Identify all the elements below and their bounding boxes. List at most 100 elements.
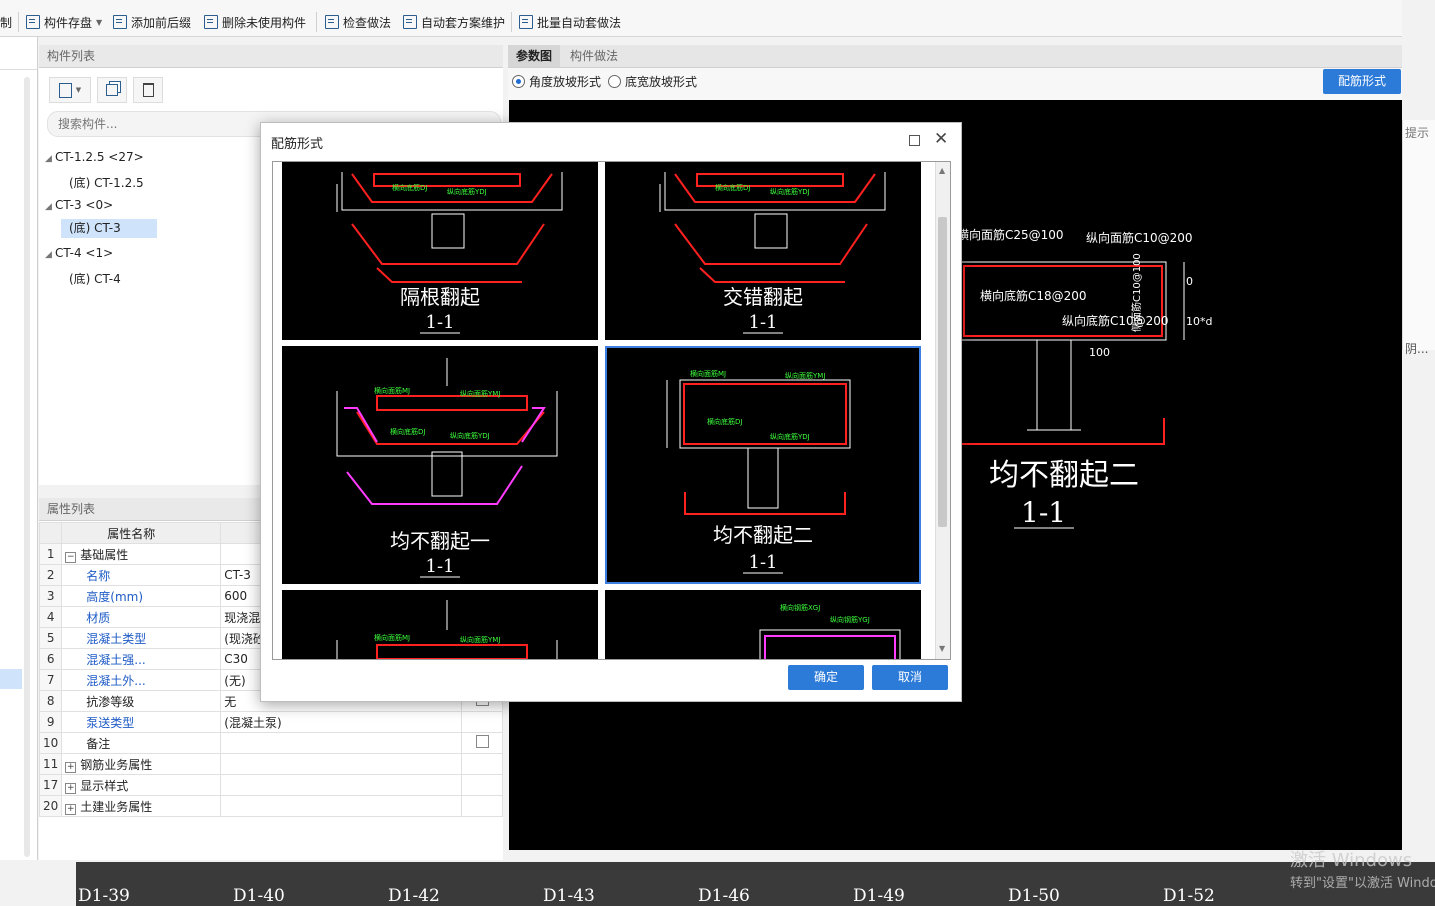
rebar-option-drawing: 横向钢筋XGJ 纵向钢筋YGJ <box>759 603 901 659</box>
toolbar-batch-auto[interactable]: 批量自动套做法 <box>519 13 621 31</box>
row-number: 9 <box>38 711 63 733</box>
section-outline <box>960 261 1185 431</box>
row-number: 4 <box>38 606 63 628</box>
rebar-option-drawing: 横向面筋MJ 纵向面筋YMJ 横向底筋DJ 纵向底筋YDJ 均不翻起二 1-1 <box>666 369 851 574</box>
rebar-option[interactable]: 横向底筋DJ 纵向底筋YDJ 隔根翻起 1-1 <box>282 162 598 340</box>
tree-leaf-ct-4[interactable]: (底) CT-4 <box>69 270 121 287</box>
delete-component-button[interactable] <box>133 77 163 103</box>
axis-label: D1-40 <box>233 886 285 906</box>
maximize-icon[interactable] <box>909 135 920 146</box>
property-row[interactable]: 9 泵送类型 (混凝土泵) <box>38 711 503 733</box>
batch-icon <box>519 15 533 29</box>
delete-unused-icon <box>204 15 218 29</box>
rebar-option-selected[interactable]: 横向面筋MJ 纵向面筋YMJ 横向底筋DJ 纵向底筋YDJ 均不翻起二 1-1 <box>605 346 921 584</box>
rebar-option-drawing: 横向底筋DJ 纵向底筋YDJ 交错翻起 1-1 <box>659 172 886 334</box>
tree-leaf-ct-1-2-5[interactable]: (底) CT-1.2.5 <box>69 174 144 191</box>
property-row[interactable]: 17 + 显示样式 <box>38 774 503 796</box>
property-value-cell[interactable]: (混凝土泵) <box>220 711 462 733</box>
svg-text:纵向底筋YDJ: 纵向底筋YDJ <box>770 432 810 441</box>
property-name-cell: 材质 <box>61 606 222 628</box>
property-extra-cell <box>461 795 503 817</box>
svg-text:纵向底筋YDJ: 纵向底筋YDJ <box>450 431 490 440</box>
option-name: 均不翻起一 <box>390 529 490 553</box>
expand-icon[interactable]: + <box>65 782 77 794</box>
rebar-option[interactable]: 横向底筋DJ 纵向底筋YDJ 交错翻起 1-1 <box>605 162 921 340</box>
main-toolbar: 复制 构件存盘 ▼ 添加前后缀 删除未使用构件 检查做法 自动套方案维护 批量自… <box>0 0 1402 37</box>
option-name: 交错翻起 <box>723 285 803 309</box>
property-value-cell[interactable] <box>220 753 462 775</box>
attribute-checkbox[interactable] <box>475 735 489 748</box>
property-row[interactable]: 10 备注 <box>38 732 503 754</box>
tree-node-ct-3[interactable]: ◢ CT-3 <0> <box>45 198 113 212</box>
label-side: 侧面筋C10@100 <box>1130 253 1143 332</box>
property-value-cell[interactable] <box>220 795 462 817</box>
rebar-option[interactable]: 横向钢筋XGJ 纵向钢筋YGJ <box>605 590 921 659</box>
tree-node-ct-4[interactable]: ◢ CT-4 <1> <box>45 246 113 260</box>
dim-0: 0 <box>1186 275 1193 288</box>
radio-width-slope[interactable]: 底宽放坡形式 <box>608 73 697 90</box>
prefix-icon <box>113 15 127 29</box>
property-name: 高度(mm) <box>86 589 144 604</box>
left-strip-scrollbar[interactable] <box>24 77 30 857</box>
option-list-scrollbar[interactable]: ▲ ▼ <box>935 162 950 659</box>
property-group-label: 土建业务属性 <box>80 799 153 814</box>
left-nav-strip <box>0 37 38 860</box>
scroll-down-icon[interactable]: ▼ <box>939 644 945 653</box>
toolbar-separator <box>316 12 317 32</box>
property-group-cell[interactable]: − 基础属性 <box>61 543 222 565</box>
toolbar-copy[interactable]: 复制 <box>0 13 12 31</box>
svg-text:横向底筋DJ: 横向底筋DJ <box>715 183 750 192</box>
check-label: 检查做法 <box>343 15 392 30</box>
confirm-button[interactable]: 确定 <box>788 665 864 690</box>
expand-caret-icon[interactable]: ◢ <box>45 202 55 212</box>
rebar-option[interactable]: 横向面筋MJ 纵向面筋YMJ 横向底筋DJ 纵向底筋YDJ 均不翻起一 1-1 <box>282 346 598 584</box>
drawing-section: 1-1 <box>1021 496 1066 529</box>
property-name: 混凝土类型 <box>86 631 147 646</box>
config-rebar-button[interactable]: 配筋形式 <box>1323 69 1401 94</box>
property-row[interactable]: 20 + 土建业务属性 <box>38 795 503 817</box>
radio-selected-icon[interactable] <box>512 75 525 88</box>
cancel-button[interactable]: 取消 <box>872 665 948 690</box>
toolbar-auto-scheme[interactable]: 自动套方案维护 <box>403 13 505 31</box>
tree-leaf-ct-3-selected[interactable]: (底) CT-3 <box>61 219 157 238</box>
chevron-down-icon: ▼ <box>75 86 82 94</box>
dim-2: 100 <box>1089 346 1110 359</box>
scroll-thumb[interactable] <box>938 217 947 527</box>
property-extra-cell[interactable] <box>461 732 503 754</box>
radio-angle-slope[interactable]: 角度放坡形式 <box>512 73 601 90</box>
collapse-icon[interactable]: − <box>65 551 77 563</box>
expand-icon[interactable]: + <box>65 761 77 773</box>
side-hint-text-2: 阴... <box>1405 342 1429 356</box>
copy-component-button[interactable] <box>97 77 127 103</box>
chevron-down-icon[interactable]: ▼ <box>96 18 102 27</box>
property-group-cell[interactable]: + 显示样式 <box>61 774 222 796</box>
expand-caret-icon[interactable]: ◢ <box>45 154 55 164</box>
property-row[interactable]: 11 + 钢筋业务属性 <box>38 753 503 775</box>
prefix-label: 添加前后缀 <box>131 15 192 30</box>
axis-label: D1-42 <box>388 886 440 906</box>
rebar-option[interactable]: 横向面筋MJ 纵向面筋YMJ <box>282 590 598 659</box>
scroll-up-icon[interactable]: ▲ <box>939 166 945 175</box>
left-strip-selected[interactable] <box>0 669 22 689</box>
option-section: 1-1 <box>426 312 455 333</box>
label-bot-h: 横向底筋C18@200 <box>980 288 1087 303</box>
property-group-cell[interactable]: + 土建业务属性 <box>61 795 222 817</box>
close-icon[interactable]: ✕ <box>934 129 948 149</box>
property-value-cell[interactable] <box>220 732 462 754</box>
svg-text:纵向钢筋YGJ: 纵向钢筋YGJ <box>830 615 870 624</box>
tab-param-diagram[interactable]: 参数图 <box>508 45 561 67</box>
new-component-button[interactable]: ▼ <box>49 77 91 103</box>
auto-scheme-icon <box>403 15 417 29</box>
tab-component-method[interactable]: 构件做法 <box>562 45 626 67</box>
radio-unselected-icon[interactable] <box>608 75 621 88</box>
tree-node-ct-1-2-5[interactable]: ◢ CT-1.2.5 <27> <box>45 150 144 164</box>
toolbar-save-component[interactable]: 构件存盘 ▼ <box>26 13 102 31</box>
property-value-cell[interactable] <box>220 774 462 796</box>
toolbar-delete-unused[interactable]: 删除未使用构件 <box>204 13 306 31</box>
property-group-cell[interactable]: + 钢筋业务属性 <box>61 753 222 775</box>
expand-icon[interactable]: + <box>65 803 77 815</box>
property-name-cell: 备注 <box>61 732 222 754</box>
toolbar-check-method[interactable]: 检查做法 <box>325 13 391 31</box>
toolbar-add-prefix[interactable]: 添加前后缀 <box>113 13 191 31</box>
expand-caret-icon[interactable]: ◢ <box>45 250 55 260</box>
